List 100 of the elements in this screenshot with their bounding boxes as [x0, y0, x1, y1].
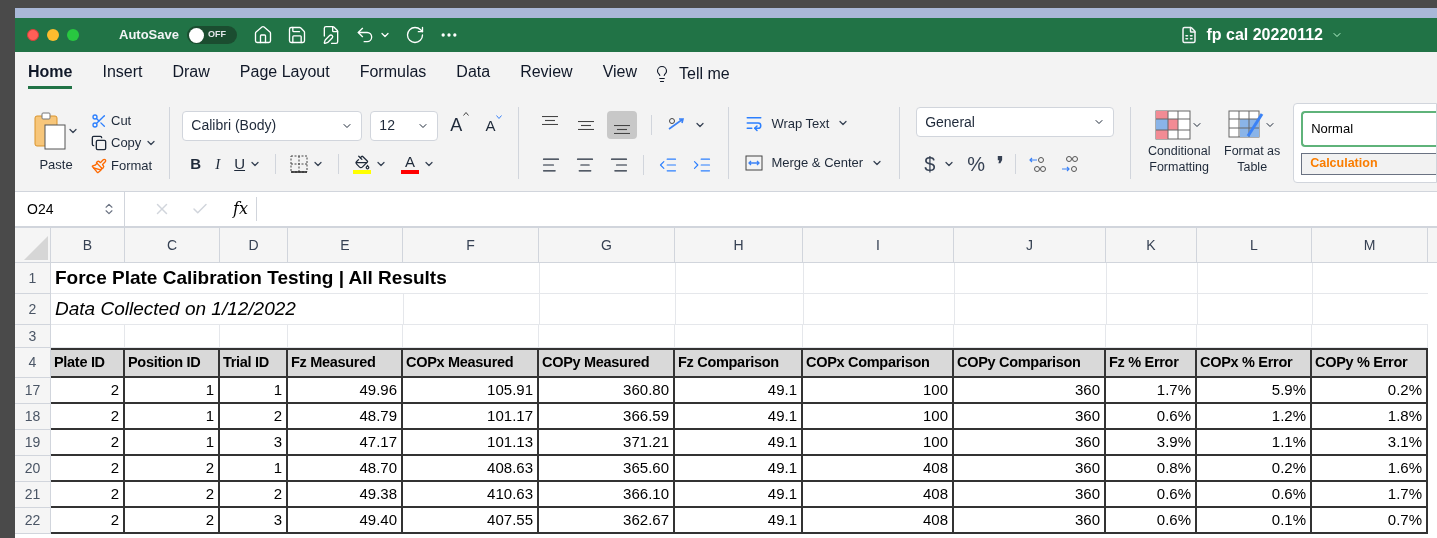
currency-button[interactable]: $: [924, 149, 936, 179]
column-header[interactable]: L: [1197, 228, 1312, 262]
row-header[interactable]: 18: [15, 404, 51, 430]
table-cell: 49.1: [675, 456, 803, 482]
column-header[interactable]: F: [403, 228, 539, 262]
fill-color-icon[interactable]: [353, 154, 372, 174]
column-header[interactable]: I: [803, 228, 954, 262]
minimize-window-button[interactable]: [47, 29, 59, 41]
spreadsheet-icon: [1180, 26, 1199, 44]
column-heading-cell: Position ID: [125, 348, 220, 378]
cut-button[interactable]: Cut: [91, 110, 158, 131]
row-header[interactable]: 1: [15, 263, 51, 294]
table-cell: 2: [51, 508, 125, 534]
paste-button[interactable]: Paste: [39, 155, 73, 175]
increase-decimal-icon[interactable]: [1028, 154, 1049, 174]
ribbon-tab[interactable]: View: [602, 58, 637, 89]
row-header[interactable]: 20: [15, 456, 51, 482]
ribbon-tab[interactable]: Review: [520, 58, 573, 89]
table-cell: 1: [220, 378, 288, 404]
paste-clipboard-icon[interactable]: [33, 111, 67, 152]
ribbon-tab[interactable]: Formulas: [359, 58, 427, 89]
font-name-dropdown[interactable]: Calibri (Body): [182, 110, 363, 141]
column-heading-cell: Plate ID: [51, 348, 125, 378]
ribbon-tab[interactable]: Draw: [172, 58, 210, 89]
bold-button[interactable]: B: [190, 152, 202, 176]
ribbon-tab[interactable]: Page Layout: [239, 58, 330, 89]
table-cell: 360: [954, 378, 1106, 404]
insert-function-button[interactable]: fx: [233, 197, 257, 221]
underline-button[interactable]: U: [234, 152, 246, 176]
table-cell: 47.17: [288, 430, 403, 456]
comma-style-button[interactable]: ❜: [997, 149, 1004, 179]
column-header[interactable]: J: [954, 228, 1106, 262]
table-cell: 371.21: [539, 430, 675, 456]
font-color-button[interactable]: A: [401, 154, 420, 174]
column-header[interactable]: E: [288, 228, 403, 262]
table-cell: 0.6%: [1106, 482, 1197, 508]
column-header[interactable]: C: [125, 228, 220, 262]
table-cell: 2: [125, 456, 220, 482]
borders-icon[interactable]: [290, 155, 309, 173]
table-cell: 2: [51, 430, 125, 456]
row-header[interactable]: 22: [15, 508, 51, 534]
vertical-align-button[interactable]: [607, 111, 638, 139]
autosave-toggle[interactable]: OFF: [186, 26, 237, 44]
row-header[interactable]: 3: [15, 325, 51, 348]
copy-button[interactable]: Copy: [91, 133, 142, 153]
decrease-decimal-icon[interactable]: [1060, 154, 1081, 174]
maximize-window-button[interactable]: [67, 29, 79, 41]
redo-icon[interactable]: [404, 25, 425, 45]
format-painter-button[interactable]: Format: [91, 155, 158, 176]
wrap-text-button[interactable]: Wrap Text: [745, 113, 830, 133]
table-cell: 49.1: [675, 508, 803, 534]
table-cell: 360: [954, 430, 1106, 456]
number-format-dropdown[interactable]: General: [916, 107, 1115, 137]
grow-font-button[interactable]: A: [446, 112, 474, 140]
table-cell: 48.70: [288, 456, 403, 482]
table-cell: 366.10: [539, 482, 675, 508]
table-cell: 49.1: [675, 378, 803, 404]
table-cell: 2: [51, 456, 125, 482]
row-header[interactable]: 4: [15, 348, 51, 378]
name-box[interactable]: O24: [27, 198, 54, 220]
row-header[interactable]: 21: [15, 482, 51, 508]
normal-style-button[interactable]: Normal: [1301, 111, 1436, 147]
table-brush-icon: [1228, 110, 1265, 141]
column-header[interactable]: B: [51, 228, 125, 262]
table-cell: 1.6%: [1312, 456, 1428, 482]
ribbon-tab[interactable]: Home: [28, 58, 73, 89]
table-cell: 2: [51, 482, 125, 508]
table-cell: 1: [125, 404, 220, 430]
font-size-dropdown[interactable]: 12: [370, 110, 439, 141]
column-heading-cell: Fz Measured: [288, 348, 403, 378]
row-header[interactable]: 2: [15, 294, 51, 325]
table-cell: 2: [125, 482, 220, 508]
table-cell: 408: [803, 456, 954, 482]
table-cell: 3: [220, 508, 288, 534]
column-header[interactable]: G: [539, 228, 675, 262]
conditional-formatting-button[interactable]: Conditional Formatting: [1143, 110, 1216, 176]
table-cell: 3.1%: [1312, 430, 1428, 456]
percent-button[interactable]: %: [967, 149, 986, 179]
home-icon[interactable]: [252, 25, 273, 45]
save-icon[interactable]: [286, 25, 307, 45]
column-header[interactable]: D: [220, 228, 288, 262]
table-cell: 105.91: [403, 378, 539, 404]
ribbon-tab[interactable]: Insert: [102, 58, 143, 89]
ribbon-tab[interactable]: Data: [456, 58, 491, 89]
shrink-font-button[interactable]: A: [481, 114, 507, 137]
italic-button[interactable]: I: [215, 152, 221, 176]
row-header[interactable]: 19: [15, 430, 51, 456]
row-header[interactable]: 17: [15, 378, 51, 404]
column-header[interactable]: K: [1106, 228, 1197, 262]
column-header[interactable]: H: [675, 228, 803, 262]
merge-center-button[interactable]: Merge & Center: [745, 153, 864, 173]
autosave-label: AutoSave: [119, 26, 179, 45]
sheet-title: Force Plate Calibration Testing | All Results: [55, 265, 447, 290]
table-cell: 2: [125, 508, 220, 534]
tell-me-field[interactable]: Tell me: [679, 61, 730, 86]
table-cell: 360: [954, 456, 1106, 482]
table-cell: 48.79: [288, 404, 403, 430]
format-as-table-button[interactable]: Format as Table: [1223, 110, 1282, 176]
table-cell: 100: [803, 430, 954, 456]
column-header[interactable]: M: [1312, 228, 1428, 262]
